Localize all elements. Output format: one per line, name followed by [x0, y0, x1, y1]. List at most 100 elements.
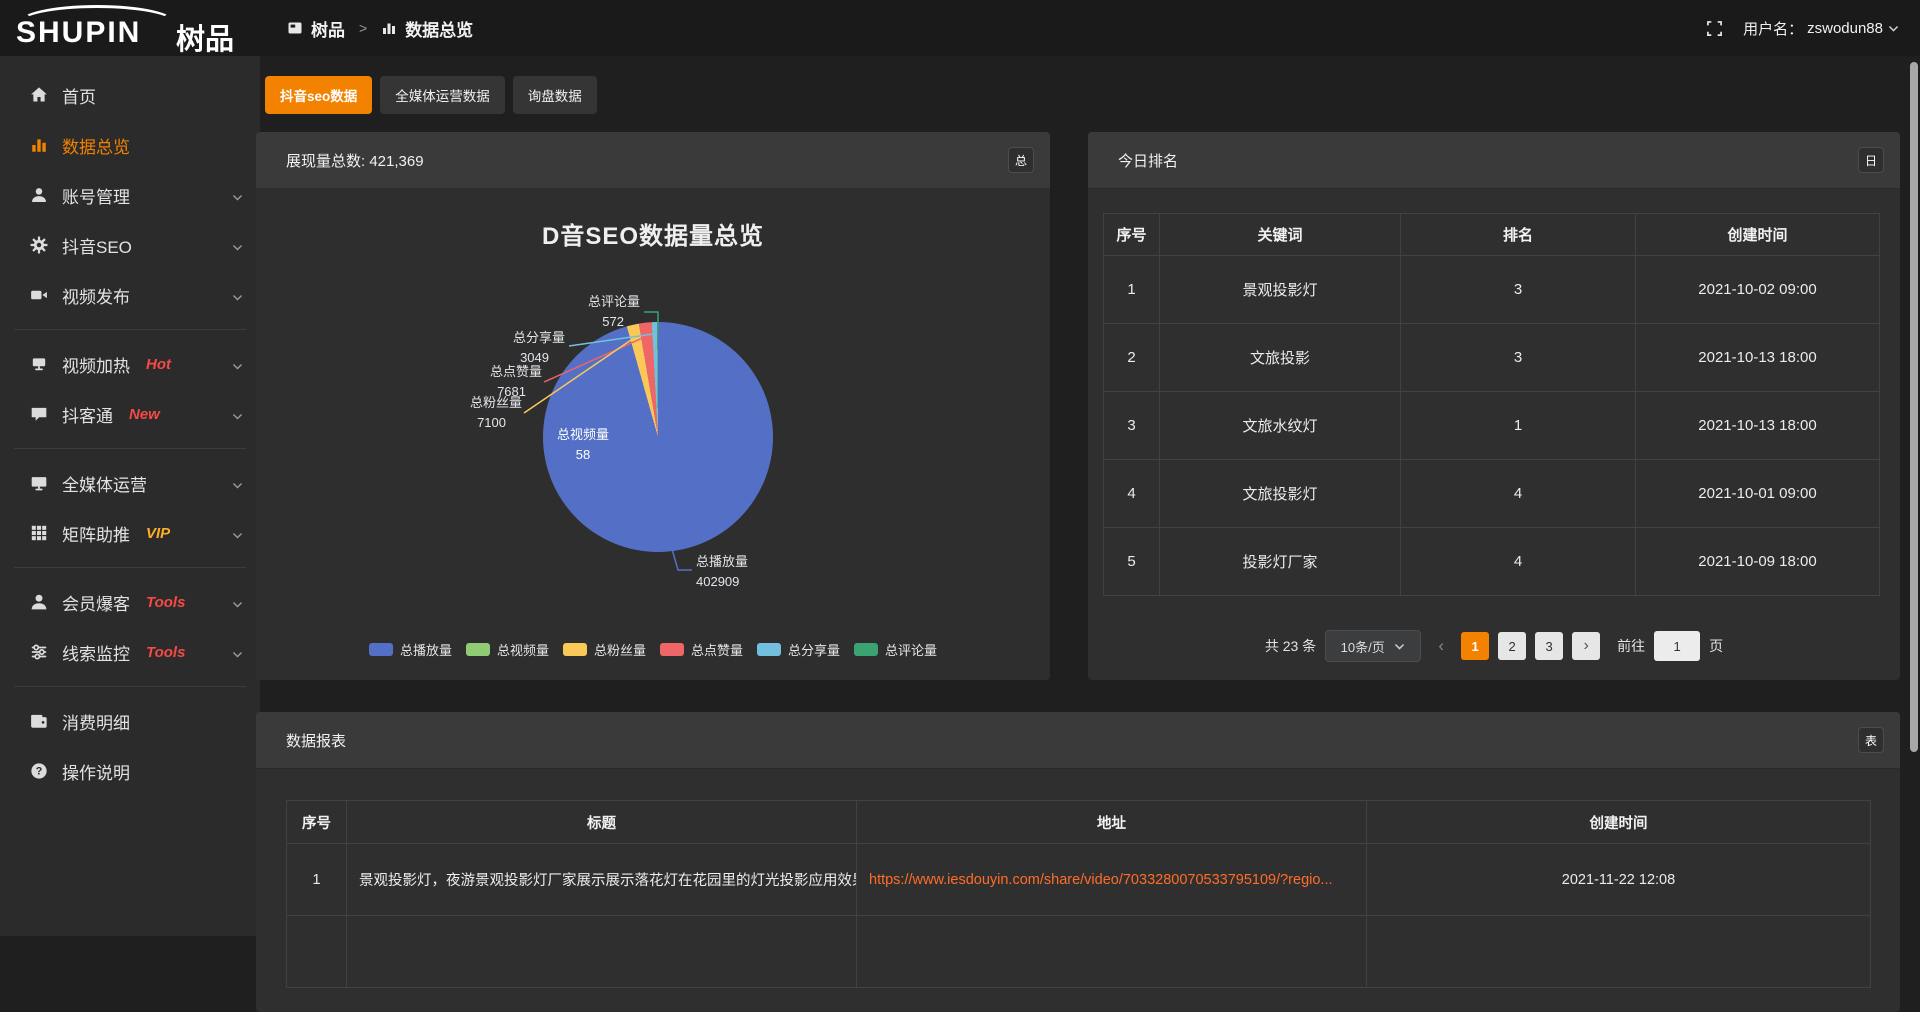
table-cell: 2021-10-01 09:00	[1636, 460, 1880, 528]
table-cell: 1	[287, 844, 347, 916]
tab-inquiry-data[interactable]: 询盘数据	[513, 76, 597, 114]
table-row: 1景观投影灯32021-10-02 09:00	[1104, 256, 1880, 324]
sidebar-item-douyin-seo[interactable]: 抖音SEO	[0, 220, 260, 270]
sidebar-item-video-publish[interactable]: 视频发布	[0, 270, 260, 320]
sidebar-badge: Tools	[146, 594, 185, 611]
sidebar-divider	[14, 448, 246, 449]
legend-item-总评论量[interactable]: 总评论量	[854, 640, 937, 659]
user-menu[interactable]: 用户名： zswodun88	[1743, 18, 1900, 39]
table-row: 4文旅投影灯42021-10-01 09:00	[1104, 460, 1880, 528]
legend-marker	[466, 643, 490, 656]
legend-item-总点赞量[interactable]: 总点赞量	[660, 640, 743, 659]
sidebar-item-help[interactable]: ?操作说明	[0, 746, 260, 796]
goto-unit: 页	[1709, 636, 1723, 656]
breadcrumb: 树品 > 数据总览	[287, 0, 473, 56]
page-size-select[interactable]: 10条/页	[1325, 630, 1421, 662]
table-cell: 3	[1104, 392, 1160, 460]
rank-panel-title: 今日排名	[1118, 132, 1178, 188]
table-cell: 4	[1104, 460, 1160, 528]
screen-icon	[30, 474, 48, 492]
sidebar-item-video-heat[interactable]: 视频加热Hot	[0, 339, 260, 389]
username-label: 用户名：	[1743, 18, 1803, 39]
sidebar-item-label: 抖客通	[62, 402, 113, 427]
legend-item-总分享量[interactable]: 总分享量	[757, 640, 840, 659]
report-panel-title: 数据报表	[286, 712, 346, 768]
table-toggle-button[interactable]: 表	[1858, 727, 1884, 753]
gear-icon	[30, 236, 48, 254]
sidebar-item-account[interactable]: 账号管理	[0, 170, 260, 220]
chat-icon	[30, 405, 48, 423]
next-page-button[interactable]: ›	[1572, 632, 1600, 660]
rank-panel-header: 今日排名 日	[1088, 132, 1900, 189]
grid-icon	[30, 524, 48, 542]
data-report-panel: 数据报表 表 序号标题地址创建时间1景观投影灯，夜游景观投影灯厂家展示展示落花灯…	[256, 712, 1900, 1012]
sidebar-item-omni-media[interactable]: 全媒体运营	[0, 458, 260, 508]
pagination: 共 23 条 10条/页 ‹ 123 › 前往 页	[1088, 630, 1900, 662]
chevron-down-icon	[231, 358, 244, 371]
sidebar-item-label: 消费明细	[62, 709, 130, 734]
bar-chart-icon	[30, 136, 48, 154]
sidebar-item-label: 数据总览	[62, 133, 130, 158]
sidebar-item-label: 视频发布	[62, 283, 130, 308]
sidebar-item-clue-monitor[interactable]: 线索监控Tools	[0, 627, 260, 677]
table-cell: 文旅投影灯	[1160, 460, 1401, 528]
pie-label-总评论量: 总评论量572	[500, 292, 640, 332]
sidebar-item-consume-detail[interactable]: 消费明细	[0, 696, 260, 746]
chevron-down-icon	[231, 646, 244, 659]
column-header: 创建时间	[1367, 801, 1871, 844]
page-button-2[interactable]: 2	[1498, 632, 1526, 660]
fullscreen-icon[interactable]	[1706, 20, 1723, 37]
prev-page-button[interactable]: ‹	[1430, 636, 1452, 656]
chart-legend: 总播放量 总视频量 总粉丝量 总点赞量总分享量 总评论量	[256, 640, 1050, 659]
table-cell	[857, 916, 1367, 988]
legend-label: 总点赞量	[691, 640, 743, 659]
breadcrumb-page[interactable]: 数据总览	[405, 16, 473, 41]
day-toggle-button[interactable]: 日	[1858, 147, 1884, 173]
impressions-total: 展现量总数: 421,369	[286, 132, 424, 188]
video-link[interactable]: https://www.iesdouyin.com/share/video/70…	[869, 872, 1333, 888]
pie-label-总视频量: 总视频量58	[518, 425, 648, 465]
sidebar-item-member-burst[interactable]: 会员爆客Tools	[0, 577, 260, 627]
page-button-1[interactable]: 1	[1461, 632, 1489, 660]
table-cell: 文旅投影	[1160, 324, 1401, 392]
legend-item-总播放量[interactable]: 总播放量	[369, 640, 452, 659]
video-camera-icon	[30, 286, 48, 304]
legend-label: 总粉丝量	[594, 640, 646, 659]
user-icon	[30, 186, 48, 204]
goto-page-input[interactable]	[1654, 631, 1700, 661]
wallet-icon	[30, 712, 48, 730]
chevron-down-icon	[231, 289, 244, 302]
legend-label: 总评论量	[885, 640, 937, 659]
table-row: 2文旅投影32021-10-13 18:00	[1104, 324, 1880, 392]
chevron-down-icon	[231, 527, 244, 540]
monitor-icon	[30, 355, 48, 373]
column-header: 序号	[1104, 214, 1160, 256]
sidebar-item-douketong[interactable]: 抖客通New	[0, 389, 260, 439]
breadcrumb-app[interactable]: 树品	[311, 16, 345, 41]
sidebar-item-data-overview[interactable]: 数据总览	[0, 120, 260, 170]
column-header: 序号	[287, 801, 347, 844]
legend-item-总视频量[interactable]: 总视频量	[466, 640, 549, 659]
logo[interactable]: SHUPIN 树品	[16, 4, 256, 54]
tab-omni-media-data[interactable]: 全媒体运营数据	[380, 76, 505, 114]
table-cell: 2021-10-13 18:00	[1636, 392, 1880, 460]
table-cell: 3	[1401, 324, 1636, 392]
sidebar-badge: VIP	[146, 525, 170, 542]
goto-label: 前往	[1617, 636, 1645, 656]
top-header: SHUPIN 树品 树品 > 数据总览 用户名： zswodun88	[0, 0, 1920, 56]
page-button-3[interactable]: 3	[1535, 632, 1563, 660]
chevron-down-icon	[231, 239, 244, 252]
table-cell: 2021-10-13 18:00	[1636, 324, 1880, 392]
tab-douyin-seo-data[interactable]: 抖音seo数据	[265, 76, 372, 114]
table-cell: 景观投影灯，夜游景观投影灯厂家展示展示落花灯在花园里的灯光投影应用效果 #	[347, 844, 857, 916]
total-toggle-button[interactable]: 总	[1008, 147, 1034, 173]
sidebar-item-matrix-boost[interactable]: 矩阵助推VIP	[0, 508, 260, 558]
table-cell	[1367, 916, 1871, 988]
legend-label: 总视频量	[497, 640, 549, 659]
sidebar-item-home[interactable]: 首页	[0, 70, 260, 120]
page-scrollbar-thumb[interactable]	[1910, 62, 1918, 752]
chevron-down-icon	[231, 408, 244, 421]
legend-item-总粉丝量[interactable]: 总粉丝量	[563, 640, 646, 659]
svg-text:?: ?	[36, 766, 43, 778]
header-right: 用户名： zswodun88	[1706, 0, 1900, 56]
